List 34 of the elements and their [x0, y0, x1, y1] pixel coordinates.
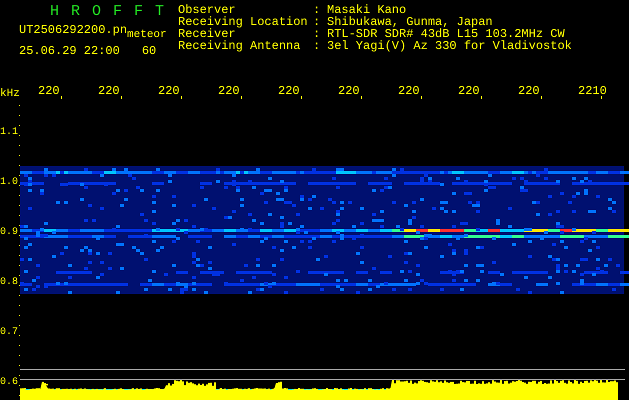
app-title: H R O F F T — [50, 4, 166, 20]
time-label: 220 — [278, 85, 300, 98]
info-separator: : — [313, 4, 322, 16]
info-value: 3el Yagi(V) Az 330 for Vladivostok — [327, 40, 572, 52]
time-label: 220 — [338, 85, 360, 98]
frequency-label: 0.9 — [0, 227, 18, 238]
frequency-label: 1.1 — [0, 127, 18, 138]
info-separator: : — [313, 16, 322, 28]
info-label: Receiving Antenna — [178, 40, 302, 52]
info-label: Receiving Location — [178, 16, 309, 28]
date-time: 25.06.29 22:00 — [19, 45, 120, 57]
frequency-label: 1.0 — [0, 177, 18, 188]
mode-label: meteor — [127, 28, 167, 41]
time-label: 2210 — [578, 85, 607, 98]
time-label: 220 — [458, 85, 480, 98]
time-label: 220 — [518, 85, 540, 98]
frequency-label: 0.6 — [0, 377, 18, 388]
info-value: RTL-SDR SDR# 43dB L15 103.2MHz CW — [327, 28, 565, 40]
time-label: 220 — [98, 85, 120, 98]
time-label: 220 — [398, 85, 420, 98]
info-label: Observer — [178, 4, 236, 16]
file-name: UT2506292200.pn — [19, 24, 128, 39]
axis-unit: kHz — [0, 88, 20, 100]
interval-value: 60 — [142, 45, 156, 57]
info-separator: : — [313, 28, 322, 40]
info-value: Shibukawa, Gunma, Japan — [327, 16, 493, 28]
info-value: Masaki Kano — [327, 4, 406, 16]
time-label: 220 — [158, 85, 180, 98]
time-label: 220 — [218, 85, 240, 98]
info-label: Receiver — [178, 28, 236, 40]
info-separator: : — [313, 40, 322, 52]
time-label: 220 — [38, 85, 60, 98]
frequency-label: 0.7 — [0, 327, 18, 338]
frequency-label: 0.8 — [0, 277, 18, 288]
